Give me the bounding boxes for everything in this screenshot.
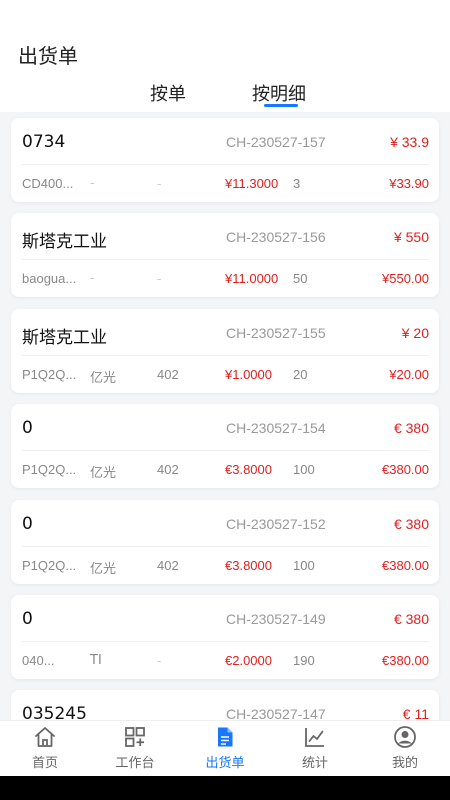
order-total: ¥ 20 xyxy=(401,325,429,341)
item-unit-price: ¥11.3000 xyxy=(225,176,279,191)
item-brand: TI xyxy=(90,653,102,668)
customer-name: 0 xyxy=(22,609,33,629)
item-spec: - xyxy=(157,176,162,191)
order-card[interactable]: 0734 CH-230527-157 ¥ 33.9 CD400... - - ¥… xyxy=(11,118,439,202)
tabbar-label: 工作台 xyxy=(115,756,155,771)
order-card[interactable]: 035245 CH-230527-147 € 11 xyxy=(11,690,439,720)
home-icon xyxy=(35,727,55,747)
item-amount: €380.00 xyxy=(382,462,429,477)
item-amount: €380.00 xyxy=(382,653,429,668)
divider xyxy=(22,641,429,642)
order-code: CH-230527-156 xyxy=(226,229,326,245)
tabbar-label: 统计 xyxy=(301,756,328,771)
grid-plus-icon xyxy=(125,727,145,747)
item-brand: 亿光 xyxy=(90,466,117,481)
order-code: CH-230527-149 xyxy=(226,611,326,627)
item-amount: ¥550.00 xyxy=(382,271,429,286)
user-icon xyxy=(394,726,416,748)
customer-name: 斯塔克工业 xyxy=(22,232,107,252)
item-quantity: 20 xyxy=(293,367,308,382)
page-title: 出货单 xyxy=(18,44,78,68)
order-list[interactable]: 0734 CH-230527-157 ¥ 33.9 CD400... - - ¥… xyxy=(0,112,450,720)
item-unit-price: €3.8000 xyxy=(225,462,272,477)
item-unit-price: €3.8000 xyxy=(225,558,272,573)
tabbar-label: 首页 xyxy=(31,756,58,771)
tabbar-item-profile[interactable]: 我的 xyxy=(360,721,450,777)
divider xyxy=(22,355,429,356)
item-quantity: 100 xyxy=(293,462,315,477)
order-code: CH-230527-157 xyxy=(226,134,326,150)
item-sku: P1Q2Q... xyxy=(22,558,77,573)
order-card[interactable]: 0 CH-230527-154 € 380 P1Q2Q... 亿光 402 €3… xyxy=(11,404,439,488)
item-amount: ¥20.00 xyxy=(389,367,429,382)
tab-by-detail[interactable]: 按明细 xyxy=(252,80,306,106)
divider xyxy=(22,450,429,451)
item-sku: baogua... xyxy=(22,271,77,286)
item-unit-price: €2.0000 xyxy=(225,653,272,668)
order-code: CH-230527-147 xyxy=(226,706,326,720)
order-card[interactable]: 斯塔克工业 CH-230527-155 ¥ 20 P1Q2Q... 亿光 402… xyxy=(11,309,439,393)
item-amount: ¥33.90 xyxy=(389,176,429,191)
order-total: ¥ 550 xyxy=(393,229,429,245)
item-sku: P1Q2Q... xyxy=(22,462,77,477)
header: 出货单 按单 按明细 xyxy=(0,0,450,112)
order-total: € 380 xyxy=(393,516,429,532)
item-brand: - xyxy=(90,176,95,191)
order-code: CH-230527-152 xyxy=(226,516,326,532)
item-spec: 402 xyxy=(157,558,179,573)
item-quantity: 100 xyxy=(293,558,315,573)
item-brand: - xyxy=(90,271,95,286)
item-sku: 040... xyxy=(22,653,55,668)
item-quantity: 3 xyxy=(293,176,301,191)
active-tab-indicator xyxy=(264,104,298,107)
order-card[interactable]: 斯塔克工业 CH-230527-156 ¥ 550 baogua... - - … xyxy=(11,213,439,297)
order-total: ¥ 33.9 xyxy=(390,134,429,150)
item-spec: 402 xyxy=(157,367,179,382)
order-total: € 11 xyxy=(402,706,429,720)
item-sku: CD400... xyxy=(22,176,74,191)
item-brand: 亿光 xyxy=(90,371,117,386)
customer-name: 0734 xyxy=(22,132,66,152)
item-amount: €380.00 xyxy=(382,558,429,573)
tab-by-order[interactable]: 按单 xyxy=(150,80,186,106)
item-brand: 亿光 xyxy=(90,562,117,577)
item-quantity: 190 xyxy=(293,653,315,668)
order-card[interactable]: 0 CH-230527-152 € 380 P1Q2Q... 亿光 402 €3… xyxy=(11,500,439,584)
item-unit-price: ¥1.0000 xyxy=(225,367,272,382)
item-unit-price: ¥11.0000 xyxy=(225,271,279,286)
bottom-tab-bar: 首页 工作台 出货单 统计 我的 xyxy=(0,720,450,776)
tabbar-item-home[interactable]: 首页 xyxy=(0,721,90,777)
item-sku: P1Q2Q... xyxy=(22,367,77,382)
divider xyxy=(22,546,429,547)
item-spec: - xyxy=(157,653,162,668)
tabbar-item-stats[interactable]: 统计 xyxy=(270,721,360,777)
customer-name: 0 xyxy=(22,514,33,534)
item-quantity: 50 xyxy=(293,271,308,286)
tabbar-label: 出货单 xyxy=(205,756,245,771)
customer-name: 斯塔克工业 xyxy=(22,328,107,348)
tabbar-item-workbench[interactable]: 工作台 xyxy=(90,721,180,777)
item-spec: 402 xyxy=(157,462,179,477)
divider xyxy=(22,259,429,260)
chart-icon xyxy=(305,728,324,747)
order-total: € 380 xyxy=(393,611,429,627)
divider xyxy=(22,164,429,165)
order-code: CH-230527-154 xyxy=(226,420,326,436)
order-code: CH-230527-155 xyxy=(226,325,326,341)
order-card[interactable]: 0 CH-230527-149 € 380 040... TI - €2.000… xyxy=(11,595,439,679)
customer-name: 035245 xyxy=(22,704,87,720)
document-icon xyxy=(218,727,233,747)
tabbar-label: 我的 xyxy=(391,756,418,771)
system-navigation-bar xyxy=(0,776,450,800)
tabbar-item-delivery[interactable]: 出货单 xyxy=(180,721,270,777)
customer-name: 0 xyxy=(22,418,33,438)
order-total: € 380 xyxy=(393,420,429,436)
item-spec: - xyxy=(157,271,162,286)
